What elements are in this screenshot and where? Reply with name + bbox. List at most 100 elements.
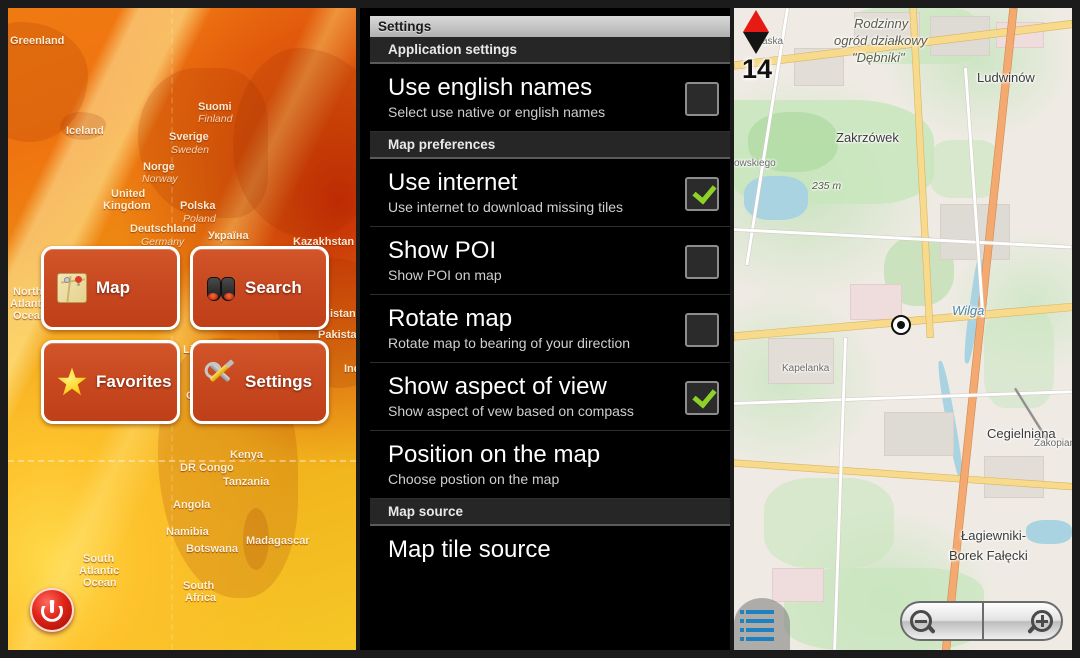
map-label: Borek Fałęcki	[949, 548, 1028, 563]
settings-row-title: Show aspect of view	[388, 373, 607, 400]
settings-row-title: Position on the map	[388, 441, 601, 468]
settings-row-text: Rotate map Rotate map to bearing of your …	[370, 304, 674, 352]
geo-label: Ocean	[83, 577, 117, 589]
geo-label: Africa	[185, 592, 217, 604]
settings-row-control	[674, 440, 730, 449]
settings-row-text: Use english names Select use native or en…	[370, 73, 674, 121]
geo-label: istan	[330, 308, 356, 320]
building-block	[772, 568, 824, 602]
search-button[interactable]: Search	[190, 246, 329, 330]
settings-row-control	[674, 168, 730, 211]
settings-checkbox[interactable]	[685, 313, 719, 347]
geo-label: Botswana	[186, 543, 238, 555]
settings-row[interactable]: Use internet Use internet to download mis…	[370, 159, 730, 227]
settings-button-label: Settings	[245, 372, 313, 391]
zoom-level-indicator: 14	[742, 54, 773, 84]
settings-row-title: Show POI	[388, 237, 497, 264]
map-label: Ludwinów	[977, 70, 1035, 85]
page-title: Settings	[370, 16, 730, 37]
geo-label: Tanzania	[223, 476, 270, 488]
settings-row-control	[674, 372, 730, 415]
settings-row-control	[674, 236, 730, 279]
launcher-button-grid: Map Search Favorites Settings	[41, 246, 329, 424]
favorites-button-label: Favorites	[96, 372, 172, 391]
binoculars-icon	[206, 273, 236, 303]
settings-button[interactable]: Settings	[190, 340, 329, 424]
power-icon[interactable]	[30, 588, 74, 632]
settings-section-header: Map source	[370, 499, 730, 526]
zoom-in-icon[interactable]	[981, 603, 1062, 639]
geo-label: Atlantic	[79, 565, 120, 577]
compass-rose-icon[interactable]	[743, 10, 769, 54]
zoom-out-icon[interactable]	[902, 603, 982, 639]
settings-row[interactable]: Rotate map Rotate map to bearing of your …	[370, 295, 730, 363]
map-label: Wilga	[952, 303, 985, 318]
geo-label: South	[183, 580, 215, 592]
settings-row[interactable]: Position on the map Choose postion on the…	[370, 431, 730, 499]
settings-row[interactable]: Show POI Show POI on map	[370, 227, 730, 295]
geo-label: Kingdom	[103, 200, 151, 212]
settings-row-text: Map tile source	[370, 535, 674, 564]
settings-checkbox[interactable]	[685, 82, 719, 116]
settings-row[interactable]: Use english names Select use native or en…	[370, 64, 730, 132]
map-icon	[57, 273, 87, 303]
map-label: "Dębniki"	[852, 50, 905, 65]
settings-checkbox[interactable]	[685, 245, 719, 279]
geo-label: South	[83, 553, 115, 565]
geo-label: Suomi	[198, 101, 232, 113]
map-label: Zakopiańska	[1034, 438, 1072, 449]
geo-label: Sverige	[169, 131, 209, 143]
settings-checkbox[interactable]	[685, 381, 719, 415]
map-menu-icon[interactable]	[734, 598, 790, 650]
geo-label: Angola	[173, 499, 211, 511]
map-label: Łagiewniki-	[961, 528, 1027, 543]
building-block	[768, 338, 834, 384]
osm-map-panel[interactable]: Rodzinny ogród działkowy "Dębniki" Ludwinów…	[734, 8, 1072, 650]
zoom-controls	[900, 601, 1063, 641]
settings-panel: Settings Application settings Use english…	[360, 8, 730, 650]
settings-checkbox[interactable]	[685, 177, 719, 211]
settings-row[interactable]: Map tile source	[370, 526, 730, 574]
settings-row-text: Use internet Use internet to download mis…	[370, 168, 674, 216]
map-button-label: Map	[96, 278, 130, 297]
settings-row-control	[674, 304, 730, 347]
geo-label: Norway	[142, 173, 178, 185]
settings-row-summary: Rotate map to bearing of your direction	[388, 335, 631, 351]
settings-row-summary: Choose postion on the map	[388, 471, 560, 487]
frame-bottom	[0, 650, 1080, 658]
building-block	[850, 284, 902, 320]
geo-label: Deutschland	[130, 223, 197, 235]
geo-label: Ind	[344, 363, 356, 375]
map-button[interactable]: Map	[41, 246, 180, 330]
geo-label: Madagascar	[246, 535, 310, 547]
settings-section-header: Application settings	[370, 37, 730, 64]
geo-label: Sweden	[171, 144, 209, 156]
settings-row-title: Use internet	[388, 169, 518, 196]
settings-row-text: Position on the map Choose postion on the…	[370, 440, 674, 488]
settings-row-summary: Select use native or english names	[388, 104, 606, 120]
green-area-south	[764, 478, 894, 568]
geo-label: Iceland	[66, 125, 104, 137]
settings-section-header: Map preferences	[370, 132, 730, 159]
frame-divider-1	[356, 0, 360, 658]
pond	[1026, 520, 1072, 544]
geo-label: Україна	[208, 230, 249, 242]
settings-row-title: Map tile source	[388, 536, 551, 563]
geo-label: Finland	[198, 113, 233, 125]
map-label: Zakrzówek	[836, 130, 899, 145]
geo-label: Greenland	[10, 35, 65, 47]
favorites-button[interactable]: Favorites	[41, 340, 180, 424]
map-label: 235 m	[812, 180, 842, 192]
launcher-panel: Greenland Iceland Suomi Finland Sverige Swede…	[8, 8, 356, 650]
frame-right	[1072, 0, 1080, 658]
geo-label: Namibia	[166, 526, 209, 538]
geo-label: Norge	[143, 161, 175, 173]
frame-divider-2	[730, 0, 734, 658]
settings-row[interactable]: Show aspect of view Show aspect of vew ba…	[370, 363, 730, 431]
map-center-marker	[891, 315, 911, 335]
tools-icon	[206, 362, 236, 397]
geo-label: Polska	[180, 200, 216, 212]
settings-row-title: Use english names	[388, 74, 593, 101]
settings-row-text: Show aspect of view Show aspect of vew ba…	[370, 372, 674, 420]
geo-label: Kenya	[230, 449, 264, 461]
